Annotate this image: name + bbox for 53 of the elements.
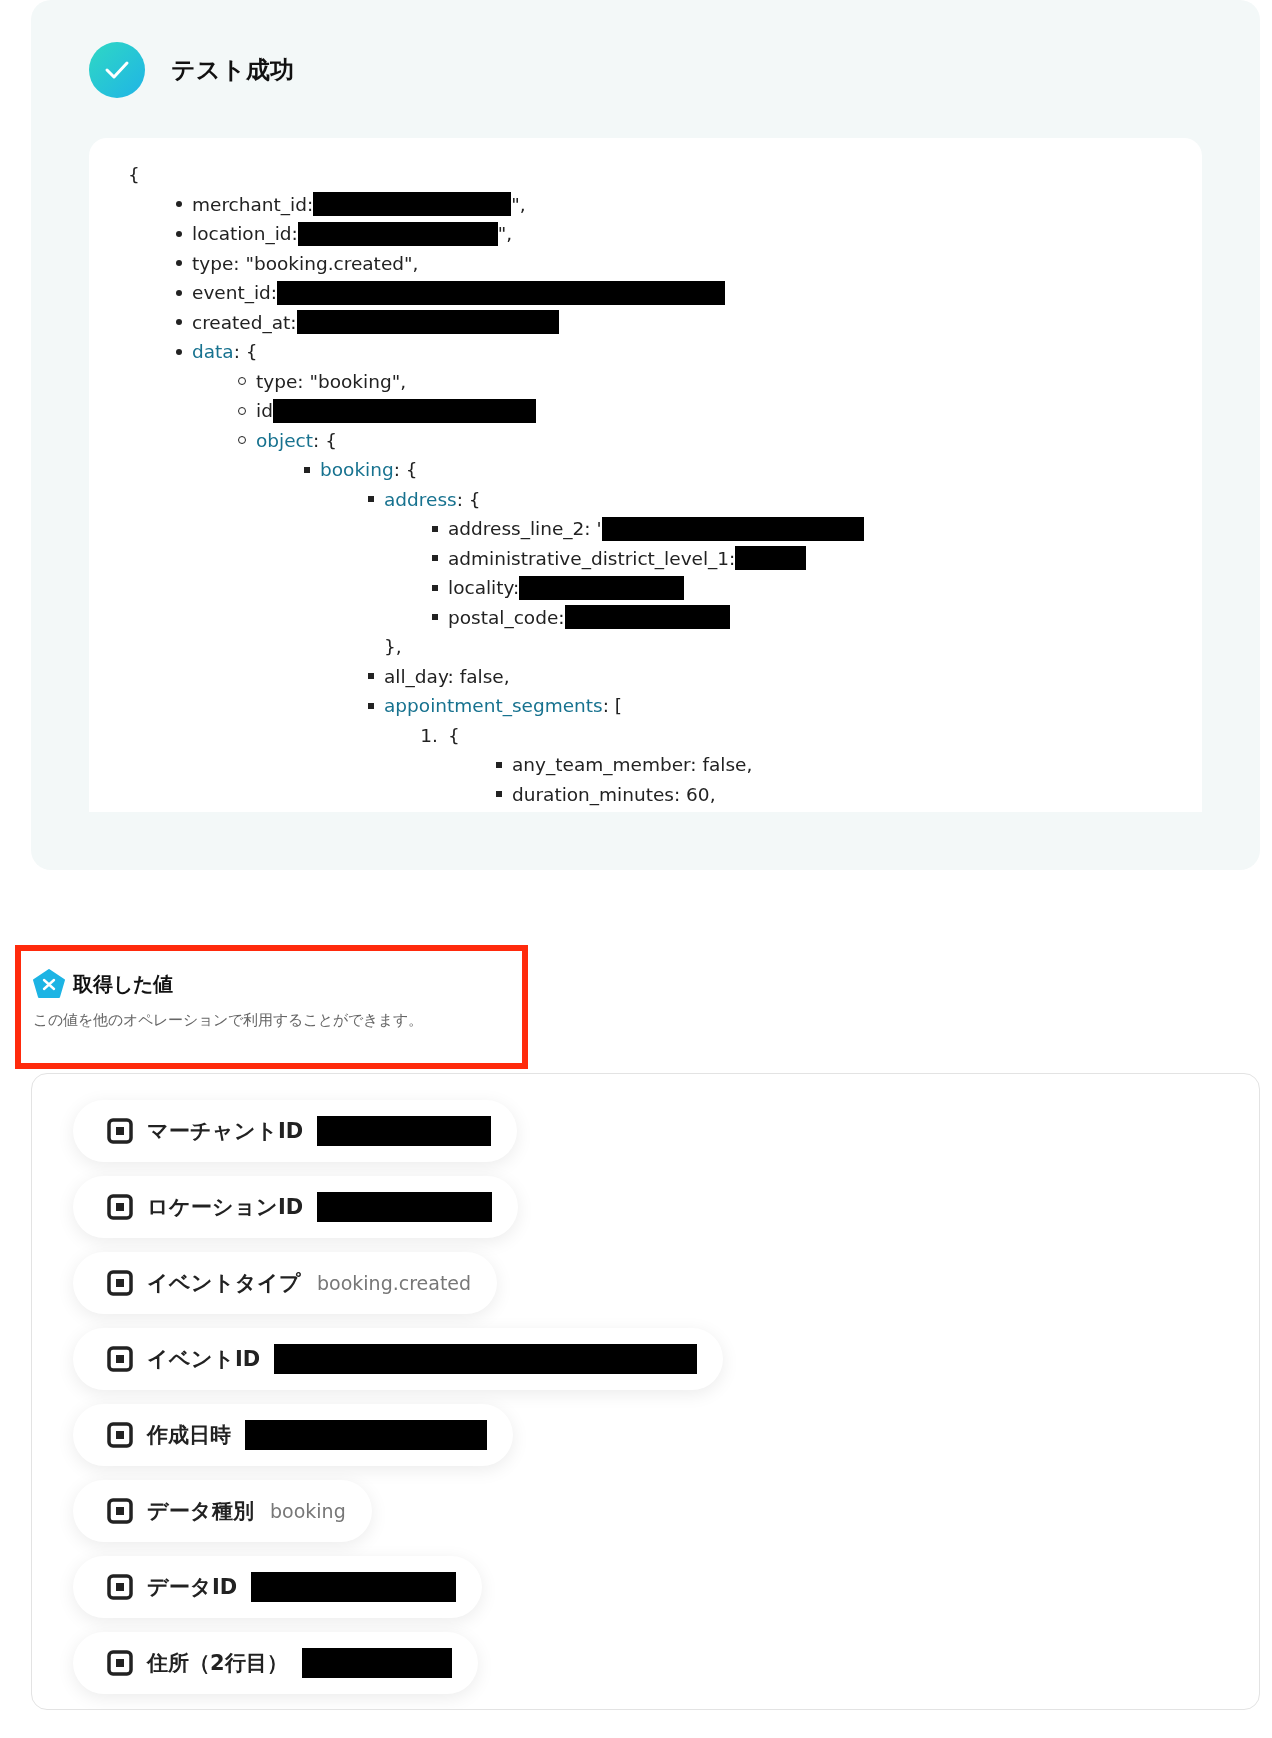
section-description: この値を他のオペレーションで利用することができます。: [33, 1011, 424, 1030]
value-chip[interactable]: ロケーションID: [73, 1176, 519, 1238]
code-line: data: {: [192, 340, 258, 364]
bullet-icon: [496, 791, 502, 798]
code-line: locality:: [448, 576, 520, 600]
value-chip[interactable]: データID: [73, 1556, 483, 1618]
code-line: address_line_2: ': [448, 517, 602, 542]
bullet-icon: [368, 673, 374, 680]
value-chip[interactable]: イベントタイプ booking.created: [73, 1252, 498, 1314]
value-chip[interactable]: 住所（2行目）: [73, 1632, 478, 1694]
code-line: merchant_id:: [192, 192, 314, 218]
bullet-icon: [176, 289, 182, 296]
value-chip[interactable]: マーチャントID: [73, 1100, 518, 1162]
code-text: ",: [497, 222, 513, 246]
code-line: any_team_member: false,: [512, 753, 753, 778]
code-line: type: "booking",: [256, 369, 407, 394]
section-title: 取得した値: [73, 970, 173, 998]
code-line: postal_code:: [448, 605, 565, 631]
bullet-icon: [176, 348, 182, 355]
bullet-icon: [176, 201, 182, 208]
code-line: event_id:: [192, 281, 278, 306]
bullet-icon: [176, 319, 182, 326]
bullet-icon: [304, 466, 310, 473]
bullet-icon: [496, 761, 502, 768]
code-line: booking: {: [320, 458, 418, 482]
code-line: appointment_segments: [: [384, 694, 623, 719]
bullet-icon: [368, 702, 374, 709]
value-chip[interactable]: イベントID: [73, 1328, 724, 1390]
code-line: all_day: false,: [384, 664, 510, 690]
code-line: },: [384, 635, 403, 659]
code-line: {: [448, 723, 460, 748]
code-text: ",: [511, 192, 526, 217]
code-line: {: [128, 163, 141, 187]
list-number: 1.: [420, 723, 438, 748]
code-line: id: [256, 399, 273, 423]
value-chip[interactable]: データ種別 booking: [73, 1480, 372, 1542]
code-line: created_at:: [192, 310, 297, 336]
bullet-icon: [432, 555, 438, 562]
result-title: テスト成功: [171, 55, 294, 86]
bullet-icon: [432, 584, 438, 591]
code-line: location_id:: [192, 222, 298, 247]
code-line: address: {: [384, 487, 481, 512]
code-line: type: "booking.created",: [192, 251, 419, 276]
bullet-icon: [368, 496, 374, 503]
bullet-icon: [432, 525, 438, 532]
code-line: duration_minutes: 60,: [512, 782, 716, 808]
value-chip[interactable]: 作成日時: [73, 1404, 513, 1466]
bullet-icon: [176, 260, 182, 267]
code-line: administrative_district_level_1:: [448, 546, 736, 572]
code-line: object: {: [256, 428, 337, 453]
pentagon-x-icon: [33, 969, 65, 999]
bullet-icon: [176, 230, 182, 237]
bullet-icon: [432, 614, 438, 621]
